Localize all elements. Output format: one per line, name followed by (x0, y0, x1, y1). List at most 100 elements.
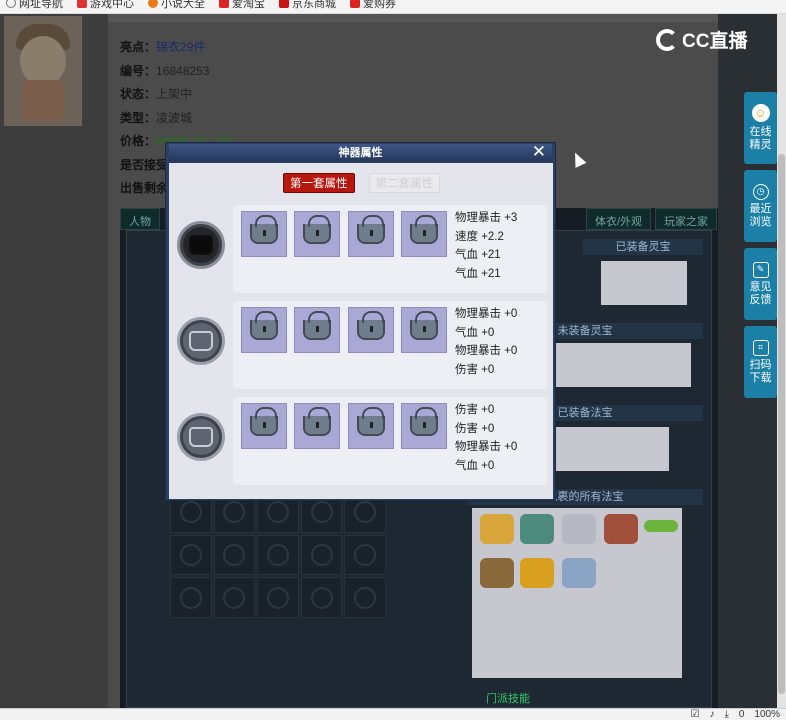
empty-slot-icon (354, 543, 377, 566)
count-badge: 0 (738, 709, 745, 720)
lock-icon (250, 407, 278, 436)
top-divider (108, 14, 718, 22)
character-avatar (4, 16, 82, 126)
fabao-item[interactable] (644, 520, 678, 532)
attribute-line: 物理暴击 +3 (455, 212, 518, 224)
empty-slot-icon (223, 543, 246, 566)
attribute-line: 物理暴击 +0 (455, 345, 518, 357)
fabao-item[interactable] (604, 514, 638, 544)
rune-slot[interactable] (348, 307, 394, 353)
sound-icon[interactable]: ♪ (709, 709, 714, 720)
attribute-line: 气血 +0 (455, 459, 495, 472)
bookmarks-bar: 网址导航 游戏中心 小说大全 爱淘宝 京东商城 爱购券 (0, 0, 786, 14)
fabao-item[interactable] (480, 514, 514, 544)
empty-slot-icon (223, 586, 246, 609)
recent-browse-button[interactable]: ◷ 最近 浏览 (744, 170, 777, 242)
tab-second-set[interactable]: 第二套属性 (368, 173, 440, 193)
empty-slot-icon (223, 501, 246, 524)
download-icon[interactable]: ⤓ (724, 709, 728, 720)
rune-slot[interactable] (294, 307, 340, 353)
empty-slot-icon (179, 586, 202, 609)
lock-icon (303, 311, 331, 340)
avatar-body (22, 80, 64, 120)
inventory-cell[interactable] (170, 577, 212, 618)
fabao-item[interactable] (520, 558, 554, 588)
inventory-cell[interactable] (344, 577, 386, 618)
lock-icon (410, 215, 438, 244)
attribute-list: 伤害 +0 伤害 +0 物理暴击 +0 气血 +0 (455, 401, 517, 475)
tab-outfit[interactable]: 体衣/外观 (586, 208, 652, 230)
cc-live-logo[interactable]: CC直播 (656, 26, 747, 53)
online-spirit-icon: ☺ (751, 104, 770, 122)
bookmark-games[interactable]: 游戏中心 (77, 0, 134, 11)
close-icon[interactable]: ✕ (532, 143, 546, 161)
lock-icon (250, 215, 278, 244)
avatar-head (20, 36, 66, 86)
attribute-line: 物理暴击 +0 (455, 441, 518, 453)
lock-icon (189, 331, 213, 351)
inventory-cell[interactable] (257, 577, 299, 618)
tab-home[interactable]: 玩家之家 (655, 208, 718, 230)
rune-slot[interactable] (348, 403, 394, 449)
inventory-cell[interactable] (170, 534, 212, 576)
inventory-cell[interactable] (300, 534, 343, 576)
fabao-item[interactable] (562, 558, 596, 588)
lock-icon (250, 311, 278, 340)
page-scrollbar[interactable] (777, 14, 786, 708)
fabao-item[interactable] (480, 558, 514, 588)
inventory-cell[interactable] (344, 534, 386, 576)
fabao-item[interactable] (520, 514, 554, 544)
tab-character[interactable]: 人物 (120, 208, 160, 230)
recent-browse-label2: 浏览 (749, 215, 772, 228)
bookmark-coupons[interactable]: 爱购券 (350, 0, 396, 11)
inventory-cell[interactable] (300, 577, 343, 618)
feedback-label1: 意见 (749, 280, 772, 293)
price-label: 价格： (120, 134, 157, 148)
side-toolbar: ☺ 在线 精灵 ◷ 最近 浏览 ✎ 意见 反馈 ⌗ 扫码 下载 (744, 92, 777, 398)
shield-icon[interactable]: ☑ (690, 709, 699, 720)
inventory-cell[interactable] (213, 577, 256, 618)
artifact-orb-icon[interactable] (177, 221, 225, 269)
edit-icon: ✎ (752, 261, 769, 278)
rune-slot[interactable] (401, 403, 447, 449)
attribute-line: 伤害 +0 (455, 404, 495, 416)
highlight-value[interactable]: 锦衣29件 (156, 40, 205, 54)
lock-icon (357, 215, 385, 244)
bookmark-jd[interactable]: 京东商城 (279, 0, 336, 11)
rune-slot[interactable] (401, 211, 447, 257)
game-icon (77, 0, 87, 8)
scrollbar-thumb[interactable] (778, 154, 785, 694)
rune-slot[interactable] (401, 307, 447, 353)
inventory-cell[interactable] (257, 534, 299, 576)
attribute-set-row: 物理暴击 +3 速度 +2.2 气血 +21 气血 +21 (169, 205, 553, 295)
rune-slot[interactable] (241, 307, 287, 353)
rune-slot[interactable] (241, 211, 287, 257)
feedback-button[interactable]: ✎ 意见 反馈 (744, 248, 777, 320)
status-bar: ☑ ♪ ⤓ 0 100% (0, 708, 786, 720)
dialog-titlebar: 神器属性 ✕ (169, 143, 552, 162)
lock-icon (410, 311, 438, 340)
tab-first-set[interactable]: 第一套属性 (283, 173, 355, 193)
id-label: 编号： (120, 63, 157, 78)
online-spirit-button[interactable]: ☺ 在线 精灵 (744, 92, 777, 164)
rune-slot[interactable] (241, 403, 287, 449)
scan-download-button[interactable]: ⌗ 扫码 下载 (744, 326, 777, 398)
artifact-orb-icon[interactable] (177, 317, 225, 365)
inventory-cell[interactable] (213, 534, 256, 576)
rune-slot[interactable] (294, 403, 340, 449)
cc-logo-icon (656, 28, 678, 51)
inventory-grid (170, 492, 386, 618)
bookmark-taobao[interactable]: 爱淘宝 (219, 0, 265, 11)
bookmark-novels[interactable]: 小说大全 (148, 0, 205, 11)
equipped-lingbao-slot[interactable] (601, 261, 687, 305)
rune-slot[interactable] (348, 211, 394, 257)
zoom-level[interactable]: 100% (754, 709, 780, 720)
dialog-body: 第一套属性 第二套属性 物理暴击 +3 速度 +2.2 气血 +21 气血 +2… (169, 163, 553, 499)
artifact-attributes-dialog: 神器属性 ✕ 第一套属性 第二套属性 物理暴击 +3 速度 +2.2 气血 +2… (165, 142, 556, 501)
bookmark-nav[interactable]: 网址导航 (6, 0, 63, 11)
attribute-line: 气血 +21 (455, 267, 501, 280)
rune-slot[interactable] (294, 211, 340, 257)
attribute-line: 气血 +21 (455, 249, 501, 261)
fabao-item[interactable] (562, 514, 596, 544)
artifact-orb-icon[interactable] (177, 413, 225, 461)
